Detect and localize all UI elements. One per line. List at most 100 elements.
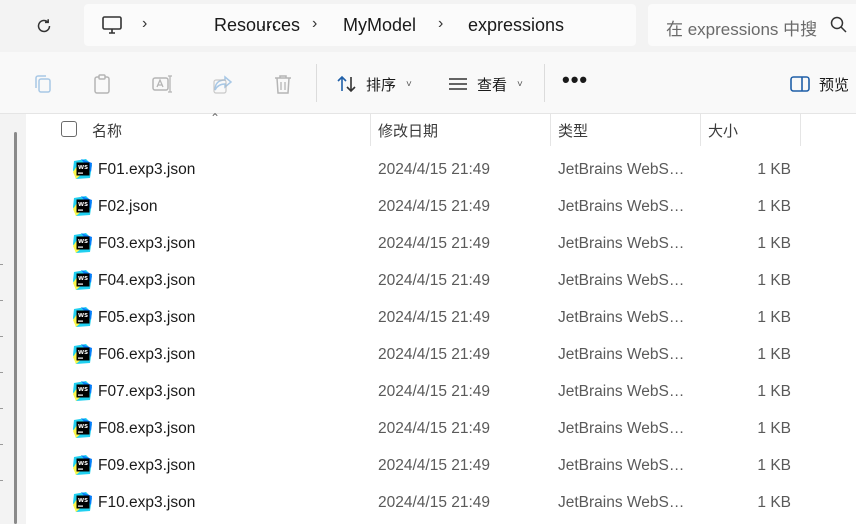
file-modified-date: 2024/4/15 21:49 [378, 198, 491, 215]
file-size: 1 KB [757, 235, 791, 252]
file-name[interactable]: F06.exp3.json [98, 346, 195, 364]
breadcrumb-expressions[interactable]: expressions [468, 15, 564, 36]
tree-line [0, 408, 3, 409]
navigation-pane-edge [0, 114, 26, 524]
webstorm-file-icon: WS [73, 492, 92, 512]
file-name[interactable]: F02.json [98, 198, 157, 216]
file-row[interactable]: WS F05.exp3.json 2024/4/15 21:49 JetBrai… [26, 300, 856, 337]
preview-pane-icon [790, 76, 810, 92]
column-divider[interactable] [700, 114, 701, 146]
svg-text:WS: WS [78, 165, 88, 171]
paste-icon[interactable] [90, 72, 114, 96]
breadcrumb-separator[interactable]: › [142, 15, 147, 33]
scrollbar-thumb[interactable] [14, 132, 17, 524]
sort-icon [337, 75, 356, 93]
file-row[interactable]: WS F04.exp3.json 2024/4/15 21:49 JetBrai… [26, 263, 856, 300]
tree-line [0, 336, 3, 337]
toolbar-divider [544, 64, 545, 102]
address-row: › … Resources › MyModel › expressions 在 … [0, 0, 856, 52]
file-type: JetBrains WebSt… [558, 420, 688, 437]
more-options-button[interactable]: ••• [562, 69, 588, 91]
file-size: 1 KB [757, 272, 791, 289]
svg-text:WS: WS [78, 461, 88, 467]
file-name[interactable]: F04.exp3.json [98, 272, 195, 290]
share-icon[interactable] [211, 72, 235, 96]
svg-text:WS: WS [78, 350, 88, 356]
search-box[interactable]: 在 expressions 中搜 [648, 4, 856, 46]
tree-line [0, 480, 3, 481]
file-name[interactable]: F09.exp3.json [98, 457, 195, 475]
file-row[interactable]: WS F10.exp3.json 2024/4/15 21:49 JetBrai… [26, 485, 856, 522]
column-header: ⌃ 名称 修改日期 类型 大小 [26, 111, 856, 146]
delete-icon[interactable] [271, 72, 295, 96]
file-size: 1 KB [757, 383, 791, 400]
column-modified[interactable]: 修改日期 [378, 120, 438, 141]
file-name[interactable]: F08.exp3.json [98, 420, 195, 438]
preview-button[interactable]: 预览 [789, 70, 849, 98]
tree-line [0, 264, 3, 265]
column-divider[interactable] [370, 114, 371, 146]
webstorm-file-icon: WS [73, 418, 92, 438]
refresh-icon [37, 19, 51, 33]
breadcrumb-resources[interactable]: Resources [214, 15, 300, 36]
file-name[interactable]: F10.exp3.json [98, 494, 195, 512]
select-all-checkbox[interactable] [61, 121, 77, 137]
file-type: JetBrains WebSt… [558, 235, 688, 252]
file-type: JetBrains WebSt… [558, 346, 688, 363]
copy-icon[interactable] [31, 72, 55, 96]
file-size: 1 KB [757, 494, 791, 511]
webstorm-file-icon: WS [73, 270, 92, 290]
column-type[interactable]: 类型 [558, 120, 588, 141]
webstorm-file-icon: WS [73, 159, 92, 179]
tree-line [0, 372, 3, 373]
chevron-down-icon: ˅ [406, 78, 412, 90]
this-pc-icon [102, 16, 122, 34]
column-name[interactable]: 名称 [92, 120, 122, 141]
breadcrumb-separator[interactable]: › [312, 15, 317, 33]
tree-line [0, 300, 3, 301]
file-modified-date: 2024/4/15 21:49 [378, 457, 491, 474]
file-row[interactable]: WS F02.json 2024/4/15 21:49 JetBrains We… [26, 189, 856, 226]
svg-text:WS: WS [78, 498, 88, 504]
file-row[interactable]: WS F07.exp3.json 2024/4/15 21:49 JetBrai… [26, 374, 856, 411]
command-bar: 排序 ˅ 查看 ˅ ••• 预览 [0, 52, 856, 114]
file-row[interactable]: WS F03.exp3.json 2024/4/15 21:49 JetBrai… [26, 226, 856, 263]
file-name[interactable]: F07.exp3.json [98, 383, 195, 401]
svg-text:WS: WS [78, 387, 88, 393]
sort-label: 排序 [366, 76, 397, 94]
file-list: WS F01.exp3.json 2024/4/15 21:49 JetBrai… [26, 152, 856, 522]
svg-text:WS: WS [78, 276, 88, 282]
file-type: JetBrains WebSt… [558, 161, 688, 178]
sort-button[interactable]: 排序 ˅ [336, 70, 412, 98]
file-name[interactable]: F05.exp3.json [98, 309, 195, 327]
file-modified-date: 2024/4/15 21:49 [378, 235, 491, 252]
column-divider[interactable] [800, 114, 801, 146]
file-size: 1 KB [757, 198, 791, 215]
file-row[interactable]: WS F01.exp3.json 2024/4/15 21:49 JetBrai… [26, 152, 856, 189]
svg-text:WS: WS [78, 313, 88, 319]
file-row[interactable]: WS F06.exp3.json 2024/4/15 21:49 JetBrai… [26, 337, 856, 374]
file-name[interactable]: F01.exp3.json [98, 161, 195, 179]
breadcrumb-separator[interactable]: › [438, 15, 443, 33]
column-size[interactable]: 大小 [708, 120, 738, 141]
webstorm-file-icon: WS [73, 455, 92, 475]
file-modified-date: 2024/4/15 21:49 [378, 383, 491, 400]
file-type: JetBrains WebSt… [558, 198, 688, 215]
address-bar[interactable]: › … Resources › MyModel › expressions [84, 4, 636, 46]
file-row[interactable]: WS F09.exp3.json 2024/4/15 21:49 JetBrai… [26, 448, 856, 485]
rename-icon[interactable] [150, 72, 174, 96]
search-icon[interactable] [828, 14, 850, 36]
view-button[interactable]: 查看 ˅ [447, 70, 523, 98]
refresh-button[interactable] [30, 12, 58, 40]
file-size: 1 KB [757, 457, 791, 474]
chevron-down-icon: ˅ [517, 78, 523, 90]
file-size: 1 KB [757, 309, 791, 326]
breadcrumb-mymodel[interactable]: MyModel [343, 15, 416, 36]
column-divider[interactable] [550, 114, 551, 146]
file-modified-date: 2024/4/15 21:49 [378, 346, 491, 363]
file-modified-date: 2024/4/15 21:49 [378, 272, 491, 289]
file-name[interactable]: F03.exp3.json [98, 235, 195, 253]
preview-label: 预览 [819, 76, 850, 94]
file-row[interactable]: WS F08.exp3.json 2024/4/15 21:49 JetBrai… [26, 411, 856, 448]
webstorm-file-icon: WS [73, 196, 92, 216]
